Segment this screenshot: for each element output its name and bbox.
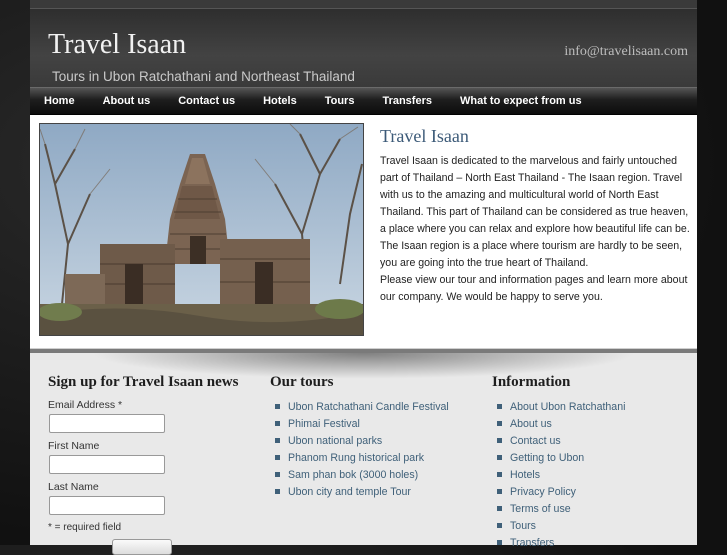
bullet-icon [497, 421, 502, 426]
newsletter-signup: Sign up for Travel Isaan news Email Addr… [48, 374, 248, 555]
information-list: Information About Ubon Ratchathani About… [492, 374, 692, 552]
bullet-icon [275, 455, 280, 460]
bullet-icon [497, 472, 502, 477]
nav-tours[interactable]: Tours [325, 95, 355, 107]
info-link[interactable]: Getting to Ubon [492, 450, 692, 467]
site-title[interactable]: Travel Isaan [48, 29, 186, 61]
info-link[interactable]: Contact us [492, 433, 692, 450]
information-title: Information [492, 374, 571, 390]
info-link[interactable]: Privacy Policy [492, 484, 692, 501]
bullet-icon [497, 540, 502, 545]
info-link[interactable]: About Ubon Ratchathani [492, 399, 692, 416]
nav-hotels[interactable]: Hotels [263, 95, 297, 107]
bullet-icon [497, 523, 502, 528]
tour-link[interactable]: Ubon national parks [270, 433, 480, 450]
intro-text: Travel Isaan is dedicated to the marvelo… [380, 153, 690, 306]
tour-link[interactable]: Phanom Rung historical park [270, 450, 480, 467]
temple-photo-illustration [40, 124, 363, 335]
bullet-icon [275, 489, 280, 494]
nav-what-to-expect[interactable]: What to expect from us [460, 95, 582, 107]
temple-photo [39, 123, 364, 336]
nav-about-us[interactable]: About us [103, 95, 151, 107]
last-name-field[interactable] [49, 496, 165, 515]
main-content: Travel Isaan Travel Isaan is dedicated t… [30, 115, 697, 349]
tours-links: Ubon Ratchathani Candle Festival Phimai … [270, 399, 480, 501]
info-link[interactable]: About us [492, 416, 692, 433]
site-header: Travel Isaan Tours in Ubon Ratchathani a… [30, 9, 697, 87]
top-strip [30, 0, 697, 9]
nav-contact-us[interactable]: Contact us [178, 95, 235, 107]
bullet-icon [497, 438, 502, 443]
intro-paragraph: Please view our tour and information pag… [380, 274, 688, 303]
tour-link[interactable]: Ubon city and temple Tour [270, 484, 480, 501]
email-label: Email Address * [48, 399, 123, 411]
bullet-icon [275, 421, 280, 426]
intro-title: Travel Isaan [380, 126, 469, 146]
bullet-icon [275, 438, 280, 443]
bullet-icon [497, 506, 502, 511]
subscribe-button[interactable] [112, 539, 172, 555]
bullet-icon [497, 404, 502, 409]
nav-home[interactable]: Home [44, 95, 75, 107]
bullet-icon [275, 404, 280, 409]
info-link[interactable]: Terms of use [492, 501, 692, 518]
intro-paragraph: Travel Isaan is dedicated to the marvelo… [380, 155, 690, 269]
tours-title: Our tours [270, 374, 334, 390]
email-field[interactable] [49, 414, 165, 433]
tours-list: Our tours Ubon Ratchathani Candle Festiv… [270, 374, 480, 501]
tour-link[interactable]: Sam phan bok (3000 holes) [270, 467, 480, 484]
info-link[interactable]: Tours [492, 518, 692, 535]
nav-transfers[interactable]: Transfers [382, 95, 432, 107]
info-link[interactable]: Hotels [492, 467, 692, 484]
last-name-label: Last Name [48, 481, 99, 493]
site-email[interactable]: info@travelisaan.com [564, 44, 688, 60]
bullet-icon [497, 455, 502, 460]
required-note: * = required field [48, 522, 122, 533]
first-name-field[interactable] [49, 455, 165, 474]
info-link[interactable]: Transfers [492, 535, 692, 552]
information-links: About Ubon Ratchathani About us Contact … [492, 399, 692, 552]
bullet-icon [275, 472, 280, 477]
signup-title: Sign up for Travel Isaan news [48, 374, 239, 390]
site-tagline: Tours in Ubon Ratchathani and Northeast … [52, 69, 355, 84]
tour-link[interactable]: Phimai Festival [270, 416, 480, 433]
main-nav: Home About us Contact us Hotels Tours Tr… [30, 87, 697, 115]
tour-link[interactable]: Ubon Ratchathani Candle Festival [270, 399, 480, 416]
first-name-label: First Name [48, 440, 100, 452]
bullet-icon [497, 489, 502, 494]
